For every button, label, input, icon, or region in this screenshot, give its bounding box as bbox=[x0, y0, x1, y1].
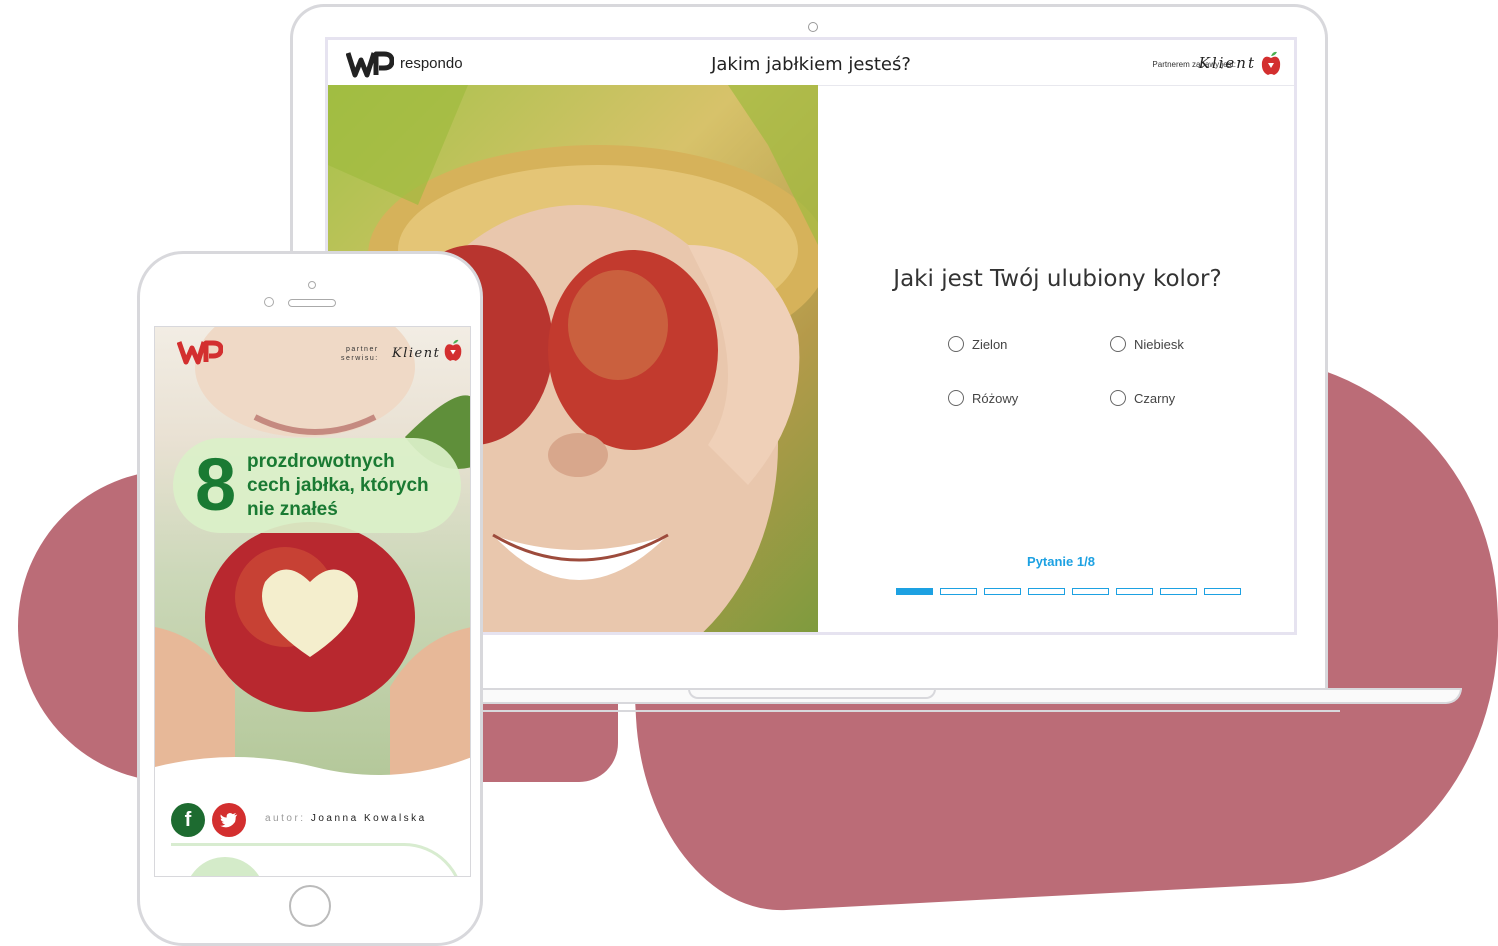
option-label: Zielon bbox=[972, 336, 1008, 352]
progress-segment bbox=[1116, 588, 1153, 595]
twitter-icon bbox=[220, 812, 238, 827]
phone-sensor bbox=[308, 281, 316, 289]
phone-camera bbox=[264, 297, 274, 307]
question-text: Jaki jest Twój ulubiony kolor? bbox=[893, 266, 1222, 292]
radio-icon[interactable] bbox=[1110, 390, 1126, 406]
progress-label: Pytanie 1/8 bbox=[1027, 554, 1095, 569]
author-line: autor: Joanna Kowalska bbox=[265, 813, 427, 824]
option-zielon[interactable]: Zielon bbox=[948, 336, 1007, 352]
article-title-badge[interactable]: 8 prozdrowotnych cech jabłka, których ni… bbox=[173, 438, 461, 533]
progress-segment bbox=[940, 588, 977, 595]
laptop-base-notch bbox=[688, 688, 936, 699]
option-czarny[interactable]: Czarny bbox=[1110, 390, 1175, 406]
option-label: Niebiesk bbox=[1134, 336, 1184, 352]
phone-screen: partner serwisu: Klient 8 prozdrowotnych… bbox=[154, 326, 471, 877]
option-label: Czarny bbox=[1134, 390, 1176, 406]
progress-segment bbox=[1204, 588, 1241, 595]
phone-speaker bbox=[288, 299, 336, 307]
home-button[interactable] bbox=[289, 885, 331, 927]
wp-logo-icon[interactable] bbox=[177, 339, 223, 365]
progress-segment bbox=[1072, 588, 1109, 595]
apple-icon bbox=[1261, 51, 1281, 75]
facebook-icon: f bbox=[184, 808, 192, 831]
article-title: prozdrowotnych cech jabłka, których nie … bbox=[247, 451, 429, 520]
client-logo-text: Klient bbox=[1198, 54, 1256, 72]
radio-icon[interactable] bbox=[1110, 336, 1126, 352]
option-rozowy[interactable]: Różowy bbox=[948, 390, 1018, 406]
apple-icon bbox=[444, 339, 462, 361]
progress-bar bbox=[896, 588, 1241, 595]
radio-icon[interactable] bbox=[948, 390, 964, 406]
progress-segment bbox=[1028, 588, 1065, 595]
badge-number: 8 bbox=[195, 443, 237, 526]
twitter-share-button[interactable] bbox=[212, 803, 246, 837]
option-label: Różowy bbox=[972, 390, 1019, 406]
laptop-base-line bbox=[470, 710, 1340, 716]
quiz-title: Jakim jabłkiem jesteś? bbox=[711, 54, 911, 75]
facebook-share-button[interactable]: f bbox=[171, 803, 205, 837]
option-niebiesk[interactable]: Niebiesk bbox=[1110, 336, 1184, 352]
client-logo-text: Klient bbox=[392, 346, 441, 361]
laptop-base bbox=[410, 688, 1462, 704]
partner-label: partner serwisu: bbox=[341, 346, 379, 362]
radio-icon[interactable] bbox=[948, 336, 964, 352]
progress-segment bbox=[896, 588, 933, 595]
progress-segment bbox=[984, 588, 1021, 595]
laptop-camera bbox=[808, 22, 818, 32]
progress-segment bbox=[1160, 588, 1197, 595]
quiz-topbar: respondo Jakim jabłkiem jesteś? Partnere… bbox=[328, 40, 1294, 86]
article-hero-photo bbox=[155, 327, 470, 777]
